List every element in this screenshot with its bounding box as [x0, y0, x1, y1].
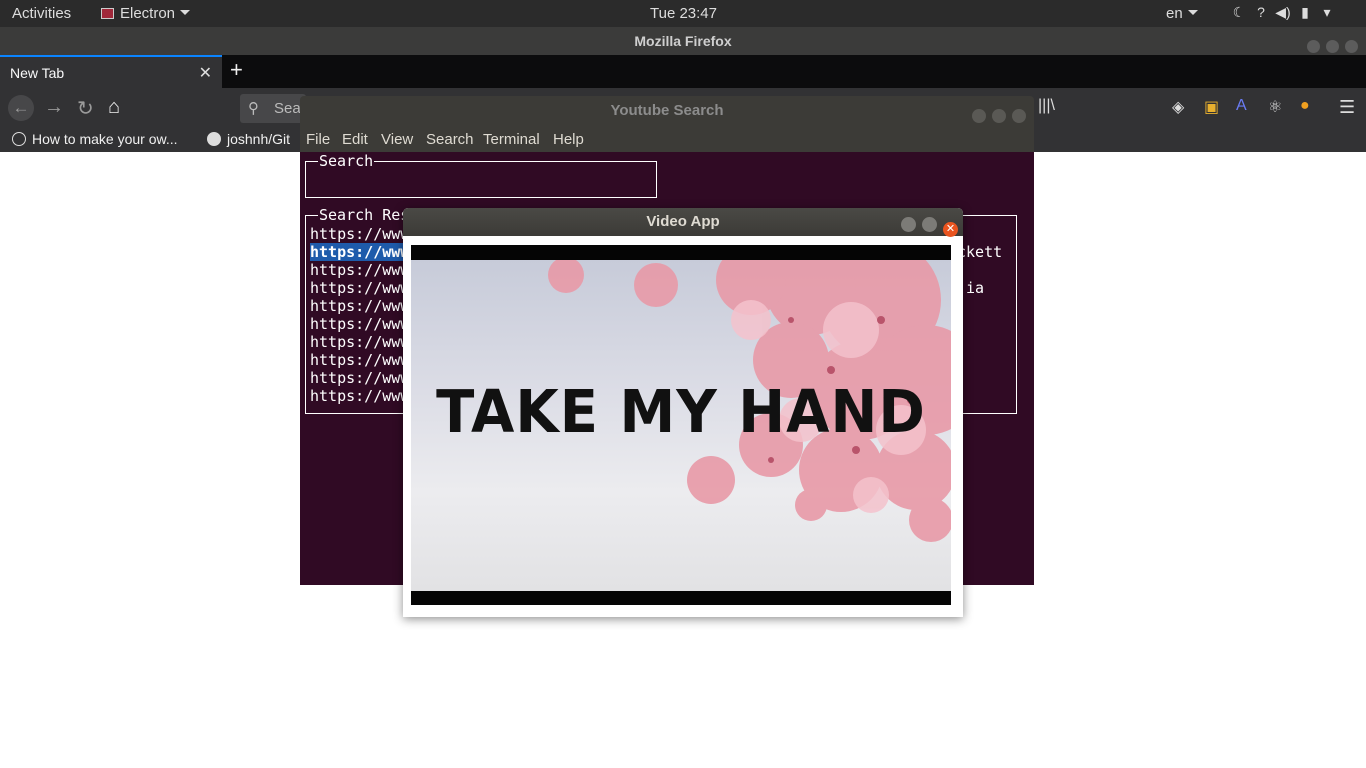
close-tab-icon[interactable]: ✕ — [199, 63, 212, 83]
close-icon[interactable]: ✕ — [943, 222, 958, 237]
video-app-title: Video App — [646, 213, 720, 230]
search-box-label: Search — [318, 152, 375, 170]
library-icon[interactable]: |||\ — [1038, 97, 1055, 115]
menu-file[interactable]: File — [306, 131, 330, 148]
reload-icon[interactable]: ↻ — [77, 96, 94, 121]
react-devtools-icon[interactable]: ⚛ — [1268, 97, 1282, 117]
bookmark-label: How to make your ow... — [32, 131, 178, 147]
close-icon[interactable] — [1345, 40, 1358, 53]
bookmark-label: joshnh/Git — [227, 131, 291, 147]
result-line[interactable]: https://www — [310, 279, 409, 297]
result-line[interactable]: https://www — [310, 387, 409, 405]
hamburger-menu-icon[interactable]: ☰ — [1339, 97, 1355, 118]
activities-button[interactable]: Activities — [12, 5, 71, 22]
result-line[interactable]: https://www — [310, 333, 409, 351]
video-frame-image: TAKE MY HAND — [411, 260, 951, 591]
result-line[interactable]: https://www — [310, 225, 409, 243]
result-line[interactable]: https://www — [310, 261, 409, 279]
menu-edit[interactable]: Edit — [342, 131, 368, 148]
maximize-icon[interactable] — [1326, 40, 1339, 53]
tab-label: New Tab — [10, 65, 65, 81]
globe-icon — [12, 132, 26, 146]
video-frame-text: TAKE MY HAND — [436, 378, 926, 447]
search-icon: ⚲ — [248, 100, 259, 117]
system-menu-arrow-icon: ▾ — [1323, 4, 1331, 20]
volume-icon: ◀) — [1275, 4, 1291, 20]
maximize-icon[interactable] — [992, 109, 1006, 123]
app-menu-label: Electron — [120, 5, 176, 22]
result-line[interactable]: https://www — [310, 297, 409, 315]
search-results-label: Search Res — [318, 206, 411, 224]
menu-view[interactable]: View — [381, 131, 413, 148]
bookmark-item[interactable]: joshnh/Git — [207, 131, 290, 147]
bookmark-item[interactable]: How to make your ow... — [12, 131, 178, 147]
result-line[interactable]: https://www — [310, 351, 409, 369]
back-icon[interactable]: ← — [8, 95, 34, 121]
home-icon[interactable]: ⌂ — [108, 96, 120, 119]
terminal-menubar: File Edit View Search Terminal Help — [300, 126, 1034, 152]
minimize-icon[interactable] — [901, 217, 916, 232]
maximize-icon[interactable] — [922, 217, 937, 232]
firefox-window-title: Mozilla Firefox — [634, 33, 732, 49]
forward-icon[interactable]: → — [44, 96, 64, 119]
new-tab-button[interactable]: + — [230, 57, 243, 83]
close-icon[interactable] — [1012, 109, 1026, 123]
menu-search[interactable]: Search — [426, 131, 474, 148]
video-player[interactable]: TAKE MY HAND — [411, 245, 951, 605]
translate-extension-icon[interactable]: A — [1236, 97, 1247, 115]
result-line[interactable]: https://www — [310, 369, 409, 387]
chevron-down-icon — [1187, 10, 1198, 15]
result-line[interactable]: https://www — [310, 315, 409, 333]
minimize-icon[interactable] — [972, 109, 986, 123]
gnome-top-bar: Activities Electron Tue 23:47 en ☾? ◀) ▮ ▾ — [0, 0, 1366, 27]
video-app-titlebar[interactable]: Video App ✕ — [403, 208, 963, 237]
extension-icon[interactable]: ● — [1300, 97, 1310, 115]
night-light-icon: ☾ — [1232, 4, 1246, 20]
app-menu[interactable]: Electron — [101, 5, 191, 22]
system-tray[interactable]: ☾? ◀) ▮ ▾ — [1228, 4, 1338, 21]
result-line-selected[interactable]: https://www — [310, 243, 410, 261]
search-box[interactable]: Search — [305, 152, 657, 198]
firefox-titlebar[interactable]: Mozilla Firefox — [0, 27, 1366, 55]
tab-new-tab[interactable]: New Tab ✕ — [0, 55, 222, 88]
firefox-tab-bar: New Tab ✕ + — [0, 55, 1366, 88]
video-app-window: Video App ✕ TAKE MY HAND — [403, 208, 963, 617]
battery-icon: ▮ — [1301, 4, 1309, 20]
ublock-extension-icon[interactable]: ◈ — [1172, 97, 1184, 117]
menu-help[interactable]: Help — [553, 131, 584, 148]
clock[interactable]: Tue 23:47 — [650, 5, 717, 22]
language-indicator[interactable]: en — [1166, 5, 1198, 22]
electron-app-icon — [101, 8, 114, 19]
chevron-down-icon — [180, 10, 191, 15]
github-icon — [207, 132, 221, 146]
terminal-titlebar[interactable]: Youtube Search — [300, 96, 1034, 126]
colorzilla-extension-icon[interactable]: ▣ — [1204, 97, 1219, 117]
result-line-tail: ckett — [957, 243, 1003, 261]
language-label: en — [1166, 5, 1183, 22]
menu-terminal[interactable]: Terminal — [483, 131, 540, 148]
help-icon: ? — [1257, 4, 1265, 20]
terminal-window-title: Youtube Search — [610, 102, 724, 119]
video-app-window-controls: ✕ — [895, 214, 958, 242]
url-bar[interactable]: ⚲ Sear — [240, 94, 306, 123]
minimize-icon[interactable] — [1307, 40, 1320, 53]
